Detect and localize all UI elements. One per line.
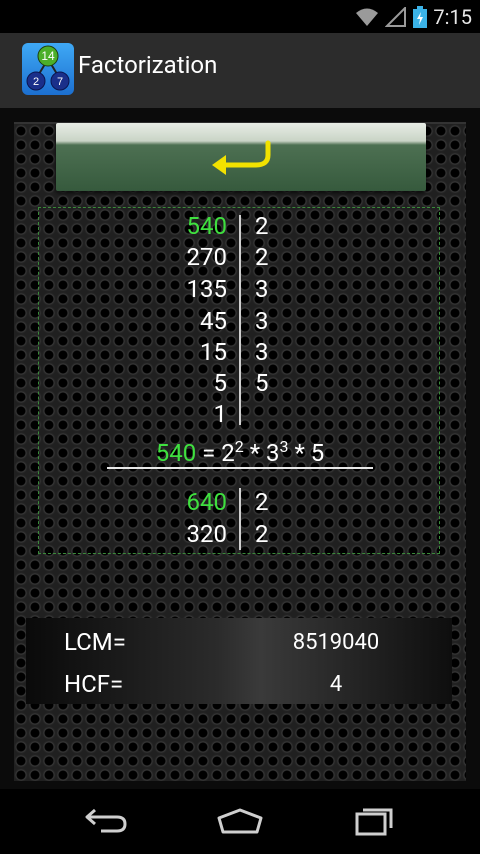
lcm-value: 8519040 — [292, 630, 380, 655]
dividend: 1 — [213, 400, 228, 428]
exponent: 3 — [279, 437, 289, 456]
wifi-icon — [355, 7, 379, 27]
dividend: 5 — [213, 369, 228, 397]
logo-number-right: 7 — [57, 76, 63, 88]
dividend: 270 — [186, 243, 227, 271]
dividend: 320 — [186, 520, 227, 548]
logo-number-left: 2 — [33, 76, 39, 88]
exponent: 2 — [234, 437, 244, 456]
status-bar: 7:15 — [0, 0, 480, 33]
times-sign: * — [288, 439, 311, 467]
factor: 2 — [255, 520, 269, 548]
home-icon — [217, 808, 263, 834]
app-title: Factorization — [78, 51, 218, 79]
factor: 3 — [255, 307, 269, 335]
back-button[interactable] — [76, 801, 136, 841]
recents-button[interactable] — [344, 801, 404, 841]
factor: 2 — [255, 488, 269, 516]
signal-icon — [385, 6, 407, 27]
action-bar: 14 2 7 Factorization — [0, 33, 480, 108]
battery-icon — [413, 5, 428, 28]
recents-icon — [355, 808, 393, 836]
back-icon — [85, 808, 127, 833]
navigation-bar — [0, 789, 480, 854]
dividend: 15 — [200, 338, 227, 366]
undo-button[interactable] — [56, 123, 426, 191]
dividend: 540 — [186, 212, 227, 240]
dividend: 640 — [186, 488, 227, 516]
dividend: 45 — [200, 307, 227, 335]
dividend: 135 — [186, 275, 227, 303]
base: 2 — [221, 439, 235, 467]
logo-number-top: 14 — [41, 49, 55, 63]
hcf-label: HCF= — [64, 670, 124, 698]
base: 5 — [310, 439, 325, 467]
equals-sign: = — [196, 439, 222, 467]
clock: 7:15 — [433, 4, 472, 29]
results-panel: LCM= 8519040 HCF= 4 — [26, 618, 452, 704]
lcm-label: LCM= — [64, 628, 126, 656]
hcf-value: 4 — [329, 672, 343, 697]
factor: 3 — [255, 275, 269, 303]
app-logo-icon[interactable]: 14 2 7 — [22, 43, 74, 95]
equation-number: 540 — [155, 439, 197, 467]
division-line — [239, 488, 241, 550]
factor: 2 — [255, 243, 269, 271]
division-line — [239, 215, 241, 425]
factor: 2 — [255, 212, 269, 240]
undo-arrow-icon — [212, 140, 271, 175]
factor: 5 — [255, 369, 269, 397]
prime-factorization-equation: 540 = 22 * 33 * 5 — [0, 437, 480, 467]
home-button[interactable] — [210, 801, 270, 841]
base: 3 — [266, 439, 280, 467]
factor: 3 — [255, 338, 269, 366]
times-sign: * — [243, 439, 267, 467]
separator-line — [107, 467, 373, 469]
